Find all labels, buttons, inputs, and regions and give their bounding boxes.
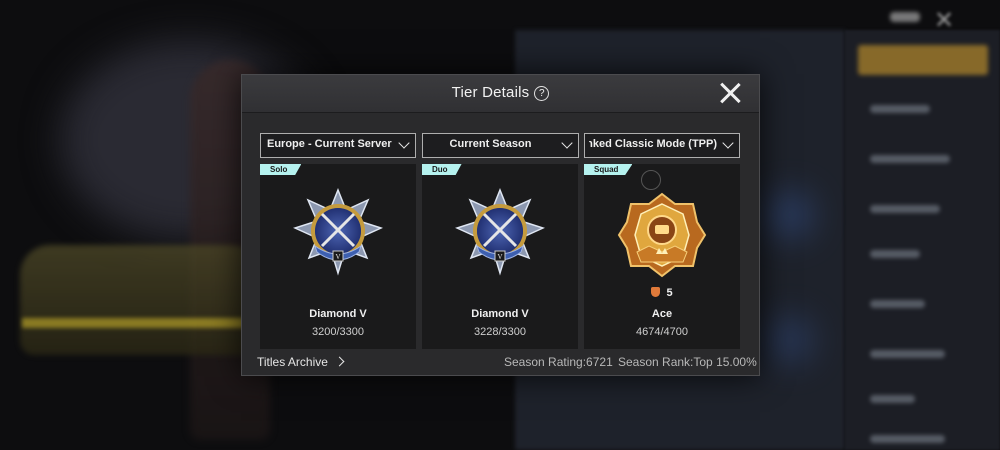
ace-level: 5: [584, 287, 740, 299]
tier-name: Diamond V: [309, 308, 367, 320]
background-side-menu: [845, 30, 1000, 450]
help-icon[interactable]: ?: [534, 86, 550, 101]
season-rank: Season Rank:Top 15.00%: [618, 355, 757, 369]
chevron-down-icon: [722, 137, 734, 149]
season-dropdown-value: Current Season: [449, 138, 532, 150]
duo-tier-card[interactable]: Duo V Diamond V 3228/3300: [422, 164, 578, 349]
tier-points: 4674/4700: [636, 326, 688, 338]
tier-points: 3200/3300: [312, 326, 364, 338]
titles-archive-label: Titles Archive: [257, 355, 328, 369]
mode-dropdown-value: Ranked Classic Mode (TPP): [589, 138, 717, 150]
tier-name: Diamond V: [471, 308, 529, 320]
ring-icon: [641, 170, 661, 190]
mode-tag: Squad: [584, 164, 633, 175]
diamond-emblem-icon: V: [293, 188, 383, 276]
server-dropdown[interactable]: Europe - Current Server: [260, 133, 416, 158]
svg-text:V: V: [497, 253, 502, 261]
mode-tag: Solo: [260, 164, 302, 175]
modal-title: Tier Details?: [242, 84, 759, 101]
solo-tier-card[interactable]: Solo V Diamond V 3200/3300: [260, 164, 416, 349]
diamond-emblem-icon: V: [455, 188, 545, 276]
vehicle-silhouette: [20, 245, 270, 355]
tier-points: 3228/3300: [474, 326, 526, 338]
season-rating: Season Rating:6721: [504, 355, 613, 369]
background-close-icon: ✕: [934, 7, 955, 34]
close-icon[interactable]: [718, 81, 742, 105]
chevron-down-icon: [398, 137, 410, 149]
chevron-right-icon: [334, 356, 345, 367]
ace-emblem-icon: [617, 192, 707, 278]
ace-level-value: 5: [666, 287, 673, 299]
server-dropdown-value: Europe - Current Server: [267, 138, 392, 150]
mode-tag: Duo: [422, 164, 462, 175]
tier-details-modal: Tier Details? Europe - Current Server Cu…: [241, 74, 760, 376]
ace-badge-icon: [651, 287, 661, 297]
squad-tier-card[interactable]: Squad 5 Ace 4674/4700: [584, 164, 740, 349]
svg-text:V: V: [335, 253, 340, 261]
modal-header: Tier Details?: [242, 75, 759, 113]
tier-name: Ace: [651, 308, 673, 320]
mode-dropdown[interactable]: Ranked Classic Mode (TPP): [584, 133, 740, 158]
chevron-down-icon: [561, 137, 573, 149]
season-dropdown[interactable]: Current Season: [422, 133, 579, 158]
modal-title-text: Tier Details: [451, 84, 530, 101]
titles-archive-link[interactable]: Titles Archive: [257, 355, 345, 369]
